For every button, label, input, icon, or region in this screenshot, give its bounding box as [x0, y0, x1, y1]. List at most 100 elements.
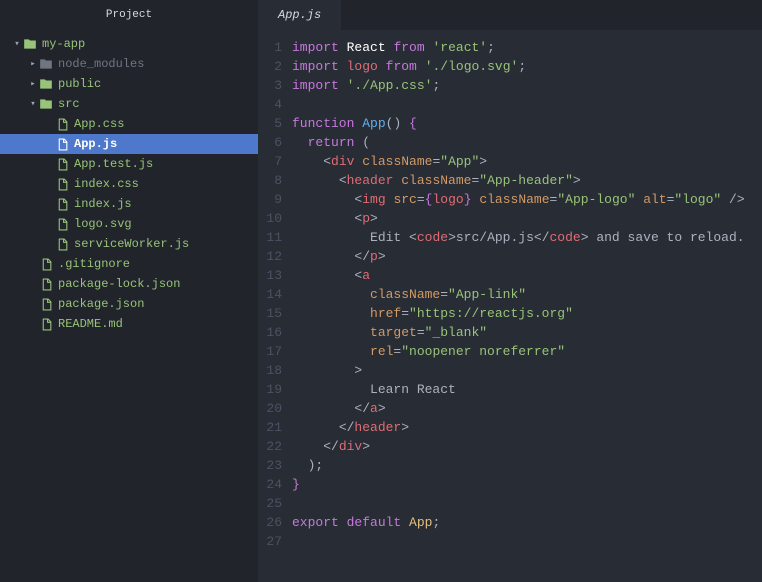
tree-item-label: public	[58, 77, 101, 91]
code-line[interactable]	[292, 494, 762, 513]
tab-active[interactable]: App.js	[258, 0, 341, 30]
code-line[interactable]: <div className="App">	[292, 152, 762, 171]
code-line[interactable]: </p>	[292, 247, 762, 266]
code-line[interactable]: return (	[292, 133, 762, 152]
tree-item-label: index.css	[74, 177, 139, 191]
file-icon	[38, 278, 54, 291]
code-line[interactable]	[292, 532, 762, 551]
line-number: 11	[258, 228, 282, 247]
folder-icon	[38, 97, 54, 111]
tree-item-label: README.md	[58, 317, 123, 331]
code-line[interactable]: <header className="App-header">	[292, 171, 762, 190]
code-line[interactable]	[292, 95, 762, 114]
line-number: 16	[258, 323, 282, 342]
tree-folder[interactable]: ▾my-app	[0, 34, 258, 54]
line-number: 22	[258, 437, 282, 456]
line-number: 14	[258, 285, 282, 304]
file-icon	[38, 298, 54, 311]
code-line[interactable]: >	[292, 361, 762, 380]
code-line[interactable]: export default App;	[292, 513, 762, 532]
code-line[interactable]: Learn React	[292, 380, 762, 399]
code-content[interactable]: import React from 'react';import logo fr…	[292, 38, 762, 582]
code-line[interactable]: Edit <code>src/App.js</code> and save to…	[292, 228, 762, 247]
code-line[interactable]: rel="noopener noreferrer"	[292, 342, 762, 361]
file-icon	[54, 178, 70, 191]
line-number: 15	[258, 304, 282, 323]
code-line[interactable]: target="_blank"	[292, 323, 762, 342]
file-icon	[38, 258, 54, 271]
tree-folder[interactable]: ▾ src	[0, 94, 258, 114]
chevron-icon[interactable]: ▸	[28, 59, 38, 69]
editor-pane: App.js 123456789101112131415161718192021…	[258, 0, 762, 582]
code-line[interactable]: import './App.css';	[292, 76, 762, 95]
code-line[interactable]: href="https://reactjs.org"	[292, 304, 762, 323]
code-line[interactable]: }	[292, 475, 762, 494]
tree-file[interactable]: App.test.js	[0, 154, 258, 174]
code-line[interactable]: className="App-link"	[292, 285, 762, 304]
tree-item-label: .gitignore	[58, 257, 130, 271]
code-line[interactable]: import logo from './logo.svg';	[292, 57, 762, 76]
file-icon	[54, 138, 70, 151]
file-icon	[54, 218, 70, 231]
line-number: 2	[258, 57, 282, 76]
tree-file[interactable]: App.css	[0, 114, 258, 134]
code-line[interactable]: </header>	[292, 418, 762, 437]
tree-file[interactable]: package-lock.json	[0, 274, 258, 294]
folder-icon	[38, 77, 54, 91]
line-number: 6	[258, 133, 282, 152]
tree-file[interactable]: App.js	[0, 134, 258, 154]
line-number: 20	[258, 399, 282, 418]
line-number: 12	[258, 247, 282, 266]
line-number: 5	[258, 114, 282, 133]
chevron-icon[interactable]: ▸	[28, 79, 38, 89]
tree-folder[interactable]: ▸ node_modules	[0, 54, 258, 74]
tree-folder[interactable]: ▸ public	[0, 74, 258, 94]
chevron-icon[interactable]: ▾	[12, 39, 22, 49]
tab-bar: App.js	[258, 0, 762, 30]
line-number: 8	[258, 171, 282, 190]
code-line[interactable]: <img src={logo} className="App-logo" alt…	[292, 190, 762, 209]
folder-icon	[38, 57, 54, 71]
line-number: 7	[258, 152, 282, 171]
file-icon	[54, 158, 70, 171]
line-number: 9	[258, 190, 282, 209]
line-number: 21	[258, 418, 282, 437]
tree-file[interactable]: index.js	[0, 194, 258, 214]
code-line[interactable]: );	[292, 456, 762, 475]
line-number: 25	[258, 494, 282, 513]
file-icon	[54, 238, 70, 251]
file-icon	[38, 318, 54, 331]
code-line[interactable]: </a>	[292, 399, 762, 418]
chevron-icon[interactable]: ▾	[28, 99, 38, 109]
tree-file[interactable]: index.css	[0, 174, 258, 194]
tree-file[interactable]: .gitignore	[0, 254, 258, 274]
code-editor[interactable]: 1234567891011121314151617181920212223242…	[258, 30, 762, 582]
tree-item-label: logo.svg	[74, 217, 132, 231]
file-icon	[54, 198, 70, 211]
code-line[interactable]: <a	[292, 266, 762, 285]
tree-item-label: node_modules	[58, 57, 144, 71]
line-number: 18	[258, 361, 282, 380]
tree-item-label: index.js	[74, 197, 132, 211]
line-number: 23	[258, 456, 282, 475]
code-line[interactable]: import React from 'react';	[292, 38, 762, 57]
tree-file[interactable]: package.json	[0, 294, 258, 314]
code-line[interactable]: <p>	[292, 209, 762, 228]
tree-item-label: src	[58, 97, 80, 111]
line-number: 24	[258, 475, 282, 494]
tree-file[interactable]: logo.svg	[0, 214, 258, 234]
line-number: 17	[258, 342, 282, 361]
tree-item-label: App.js	[74, 137, 117, 151]
tree-item-label: package.json	[58, 297, 144, 311]
tree-file[interactable]: README.md	[0, 314, 258, 334]
tree-file[interactable]: serviceWorker.js	[0, 234, 258, 254]
code-line[interactable]: function App() {	[292, 114, 762, 133]
folder-icon	[22, 37, 38, 51]
sidebar-title: Project	[0, 0, 258, 30]
line-number: 19	[258, 380, 282, 399]
line-number: 26	[258, 513, 282, 532]
tree-item-label: App.css	[74, 117, 124, 131]
line-gutter: 1234567891011121314151617181920212223242…	[258, 38, 292, 582]
line-number: 13	[258, 266, 282, 285]
code-line[interactable]: </div>	[292, 437, 762, 456]
